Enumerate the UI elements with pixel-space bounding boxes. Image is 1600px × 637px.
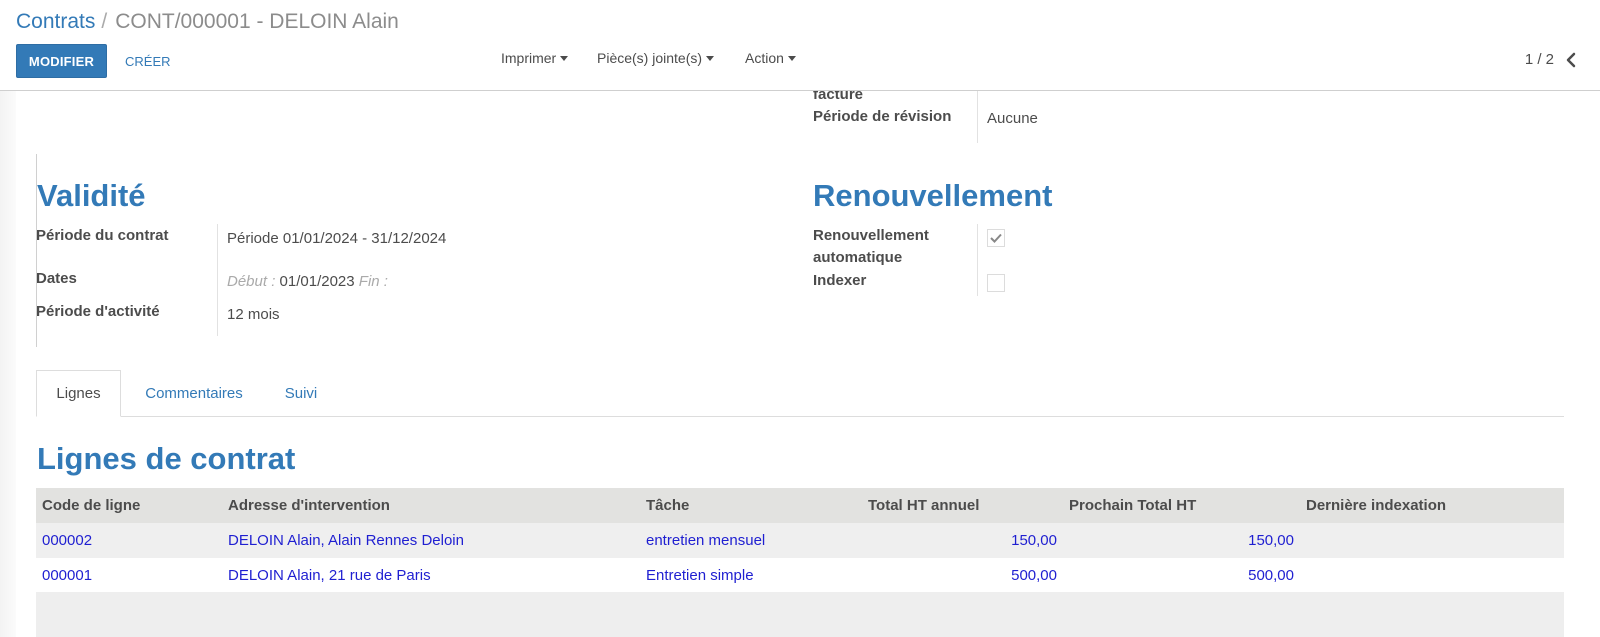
cell-next-total[interactable]: 150,00 (1063, 523, 1300, 558)
dates-label: Dates (36, 270, 77, 287)
tab-suivi[interactable]: Suivi (270, 370, 332, 417)
table-row[interactable]: 000002 DELOIN Alain, Alain Rennes Deloin… (36, 523, 1564, 558)
action-menu-label: Action (745, 50, 784, 66)
table-header-row: Code de ligne Adresse d'intervention Tâc… (36, 488, 1564, 523)
contract-period-label: Période du contrat (36, 227, 169, 244)
cell-annual-total[interactable]: 500,00 (862, 558, 1063, 593)
cell-last-indexation[interactable] (1300, 558, 1564, 593)
chevron-left-icon[interactable] (1562, 49, 1580, 71)
sheet-shadow (0, 91, 16, 637)
dates-value: Début : 01/01/2023 Fin : (227, 271, 388, 293)
dates-end-label: Fin : (358, 273, 388, 290)
cell-annual-total[interactable]: 150,00 (862, 523, 1063, 558)
breadcrumb: Contrats / CONT/000001 - DELOIN Alain (16, 9, 399, 35)
caret-down-icon (787, 55, 796, 61)
create-button[interactable]: CRÉER (113, 44, 183, 78)
renewal-title: Renouvellement (813, 178, 1053, 213)
indexer-checkbox[interactable] (987, 274, 1005, 292)
field-separator (217, 224, 218, 336)
cell-code[interactable]: 000002 (36, 523, 222, 558)
activity-period-value[interactable]: 12 mois (227, 304, 280, 326)
col-header-last-indexation[interactable]: Dernière indexation (1300, 488, 1564, 523)
contract-lines-table: Code de ligne Adresse d'intervention Tâc… (36, 488, 1564, 593)
revision-period-label: Période de révision (813, 108, 952, 125)
breadcrumb-link-contrats[interactable]: Contrats (16, 10, 95, 33)
table-row[interactable]: 000001 DELOIN Alain, 21 rue de Paris Ent… (36, 558, 1564, 593)
print-menu[interactable]: Imprimer (501, 50, 569, 66)
tabs-border (36, 416, 1564, 417)
revision-period-value[interactable]: Aucune (987, 108, 1038, 130)
control-panel: Contrats / CONT/000001 - DELOIN Alain MODI… (0, 0, 1600, 91)
tab-lignes[interactable]: Lignes (36, 370, 121, 417)
dates-start-value[interactable]: 01/01/2023 (280, 273, 355, 290)
auto-renewal-label-line2: automatique (813, 249, 903, 266)
col-header-address[interactable]: Adresse d'intervention (222, 488, 640, 523)
attachments-menu-label: Pièce(s) jointe(s) (597, 50, 703, 66)
auto-renewal-label: Renouvellement automatique (813, 225, 929, 269)
field-separator (977, 224, 978, 296)
pager-value[interactable]: 1 / 2 (1525, 51, 1554, 68)
invoice-label-tail: facture (813, 91, 864, 103)
indexer-label: Indexer (813, 272, 867, 289)
dates-start-label: Début : (227, 273, 276, 290)
validity-title: Validité (37, 178, 146, 213)
cell-address[interactable]: DELOIN Alain, Alain Rennes Deloin (222, 523, 640, 558)
attachments-menu[interactable]: Pièce(s) jointe(s) (597, 50, 715, 66)
cell-code[interactable]: 000001 (36, 558, 222, 593)
cell-address[interactable]: DELOIN Alain, 21 rue de Paris (222, 558, 640, 593)
auto-renewal-checkbox[interactable] (987, 229, 1005, 247)
col-header-code[interactable]: Code de ligne (36, 488, 222, 523)
field-separator (977, 91, 978, 143)
table-footer (36, 592, 1564, 637)
col-header-task[interactable]: Tâche (640, 488, 862, 523)
auto-renewal-label-line1: Renouvellement (813, 227, 929, 244)
form-sheet: facture Période de révision Aucune Valid… (16, 91, 1600, 637)
cell-task[interactable]: Entretien simple (640, 558, 862, 593)
cell-next-total[interactable]: 500,00 (1063, 558, 1300, 593)
cell-task[interactable]: entretien mensuel (640, 523, 862, 558)
activity-period-label: Période d'activité (36, 303, 160, 320)
contract-period-value[interactable]: Période 01/01/2024 - 31/12/2024 (227, 228, 446, 250)
caret-down-icon (706, 55, 715, 61)
print-menu-label: Imprimer (501, 50, 557, 66)
contract-lines-title: Lignes de contrat (37, 441, 296, 476)
tab-commentaires[interactable]: Commentaires (129, 370, 259, 417)
edit-button[interactable]: MODIFIER (16, 44, 107, 78)
action-menu[interactable]: Action (745, 50, 796, 66)
breadcrumb-separator: / (101, 10, 108, 33)
col-header-next-total[interactable]: Prochain Total HT (1063, 488, 1300, 523)
breadcrumb-current: CONT/000001 - DELOIN Alain (115, 10, 399, 33)
col-header-annual-total[interactable]: Total HT annuel (862, 488, 1063, 523)
cell-last-indexation[interactable] (1300, 523, 1564, 558)
caret-down-icon (560, 55, 569, 61)
